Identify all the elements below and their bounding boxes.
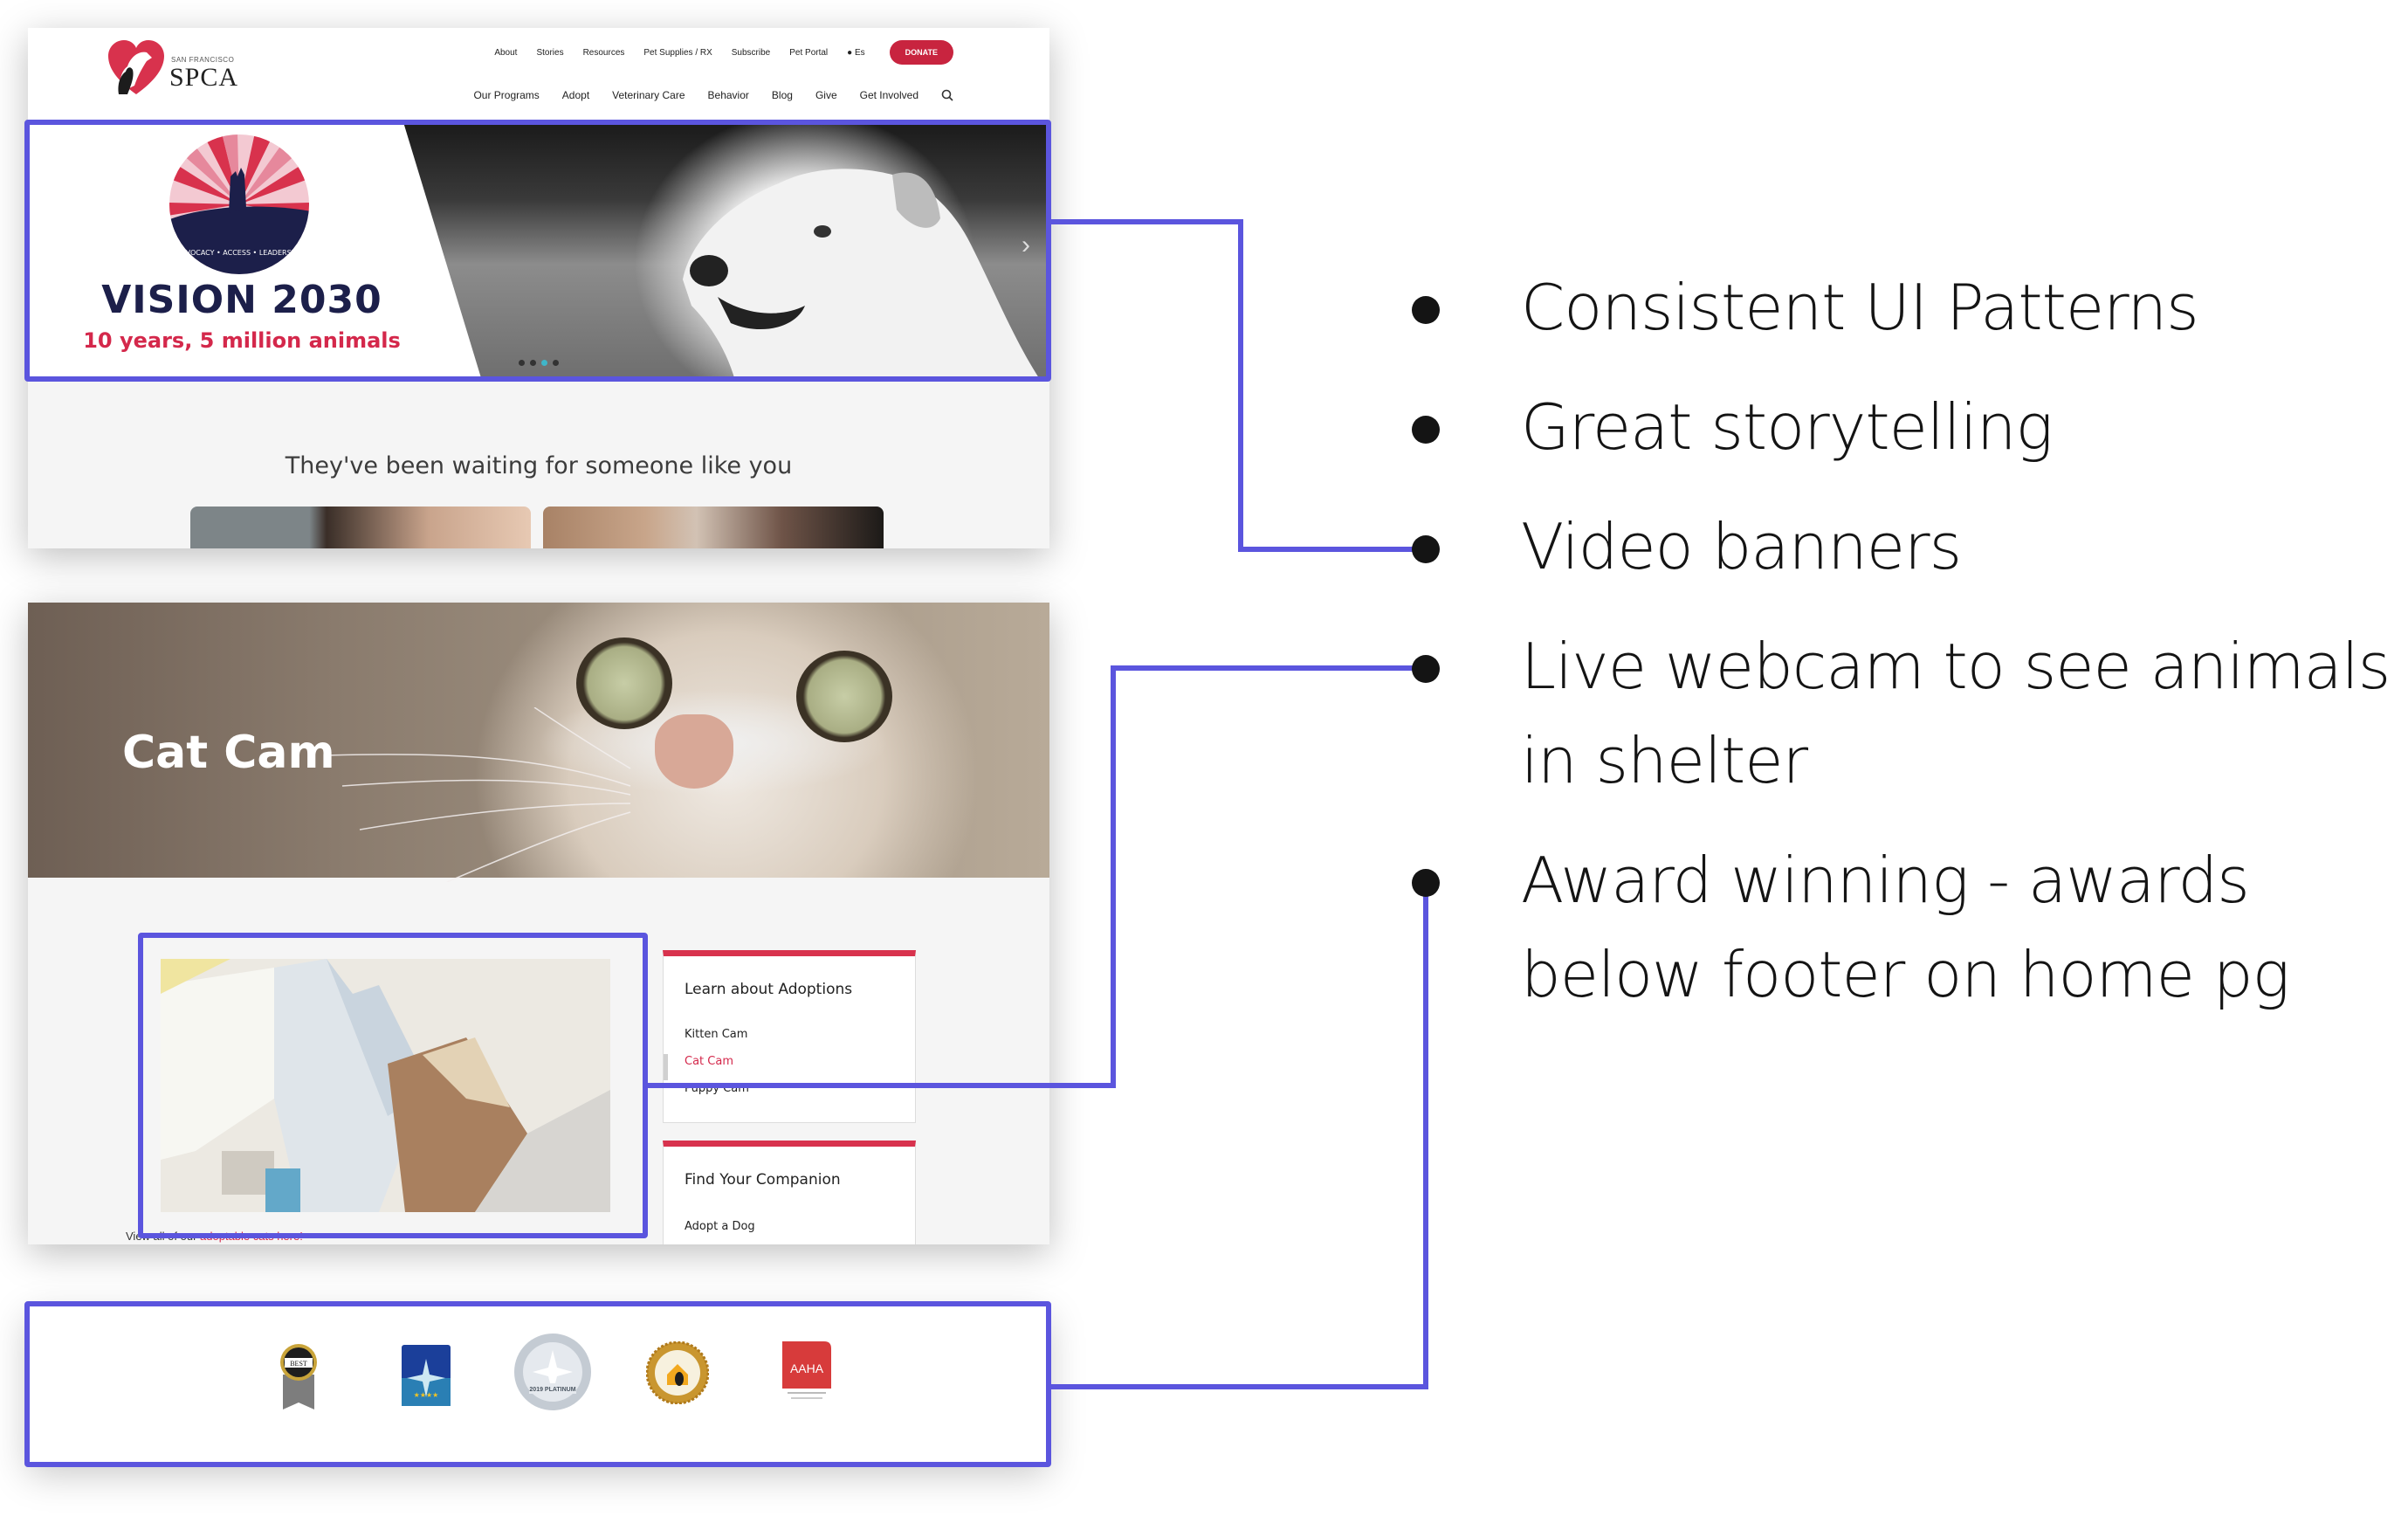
spca-logo[interactable]: SAN FRANCISCO SPCA — [108, 40, 257, 101]
donate-button[interactable]: DONATE — [889, 40, 953, 65]
nav-resources[interactable]: Resources — [583, 48, 625, 58]
nav-veterinary-care[interactable]: Veterinary Care — [612, 89, 685, 101]
site-header: SAN FRANCISCO SPCA About Stories Resourc… — [28, 28, 1049, 122]
nav-behavior[interactable]: Behavior — [708, 89, 749, 101]
nav-stories[interactable]: Stories — [536, 48, 563, 58]
nav-blog[interactable]: Blog — [772, 89, 793, 101]
story-card-woman[interactable] — [190, 507, 531, 548]
logo-title: SPCA — [169, 63, 239, 92]
adoption-tagline: They've been waiting for someone like yo… — [285, 452, 793, 479]
nav-pet-portal[interactable]: Pet Portal — [789, 48, 828, 58]
sidebar-card-adoptions: Learn about Adoptions Kitten Cam Cat Cam… — [663, 950, 916, 1123]
annotation-box-awards — [24, 1301, 1051, 1467]
bullet-dot-icon — [1412, 655, 1440, 683]
connector-line — [1049, 1384, 1428, 1389]
connector-line — [1423, 882, 1428, 1389]
nav-our-programs[interactable]: Our Programs — [473, 89, 539, 101]
nav-adopt[interactable]: Adopt — [562, 89, 589, 101]
cat-whiskers — [324, 707, 631, 882]
bullet-live-webcam-line1: Live webcam to see animals — [1521, 630, 2391, 703]
bullet-storytelling: Great storytelling — [1521, 390, 2054, 464]
search-icon[interactable] — [941, 89, 953, 101]
bullet-dot-icon — [1412, 416, 1440, 444]
globe-icon: ● — [847, 47, 853, 58]
nav-get-involved[interactable]: Get Involved — [860, 89, 918, 101]
bullet-award-winning-line1: Award winning - awards — [1521, 844, 2250, 917]
cat-nose — [655, 714, 733, 789]
language-toggle[interactable]: ● Es — [847, 48, 865, 58]
sidebar-card-title: Learn about Adoptions — [685, 981, 853, 998]
sidebar-link-kitten-cam[interactable]: Kitten Cam — [685, 1028, 747, 1041]
utility-nav: About Stories Resources Pet Supplies / R… — [494, 40, 953, 65]
annotation-box-banner — [24, 120, 1051, 382]
bullet-live-webcam-line2: in shelter — [1521, 724, 1808, 797]
nav-about[interactable]: About — [494, 48, 517, 58]
bullet-dot-icon — [1412, 535, 1440, 563]
sidebar-link-cat-cam[interactable]: Cat Cam — [685, 1055, 733, 1068]
connector-line — [1238, 219, 1243, 552]
annotation-box-webcam — [138, 933, 648, 1238]
language-label: Es — [854, 47, 865, 58]
main-nav: Our Programs Adopt Veterinary Care Behav… — [473, 89, 953, 101]
nav-pet-supplies[interactable]: Pet Supplies / RX — [643, 48, 712, 58]
connector-line — [646, 1083, 1116, 1088]
sidebar-card-title: Find Your Companion — [685, 1171, 841, 1189]
cat-cam-hero: Cat Cam — [28, 603, 1049, 882]
nav-give[interactable]: Give — [815, 89, 837, 101]
bullet-dot-icon — [1412, 869, 1440, 897]
connector-line — [1049, 219, 1243, 224]
connector-line — [1111, 665, 1425, 671]
bullet-award-winning-line2: below footer on home pg — [1521, 938, 2290, 1011]
heart-pet-logo-icon — [108, 40, 164, 94]
sidebar-link-adopt-a-dog[interactable]: Adopt a Dog — [685, 1220, 755, 1233]
bullet-dot-icon — [1412, 296, 1440, 324]
connector-line — [1238, 547, 1425, 552]
connector-line — [1111, 665, 1116, 1088]
nav-subscribe[interactable]: Subscribe — [732, 48, 770, 58]
cat-eye-right — [796, 651, 892, 742]
hero-title: Cat Cam — [122, 727, 335, 779]
story-card-man[interactable] — [543, 507, 884, 548]
bullet-video-banners: Video banners — [1521, 510, 1962, 583]
active-link-indicator — [664, 1054, 668, 1080]
sidebar-card-companion: Find Your Companion Adopt a Dog — [663, 1141, 916, 1244]
bullet-consistent-ui: Consistent UI Patterns — [1521, 271, 2199, 344]
